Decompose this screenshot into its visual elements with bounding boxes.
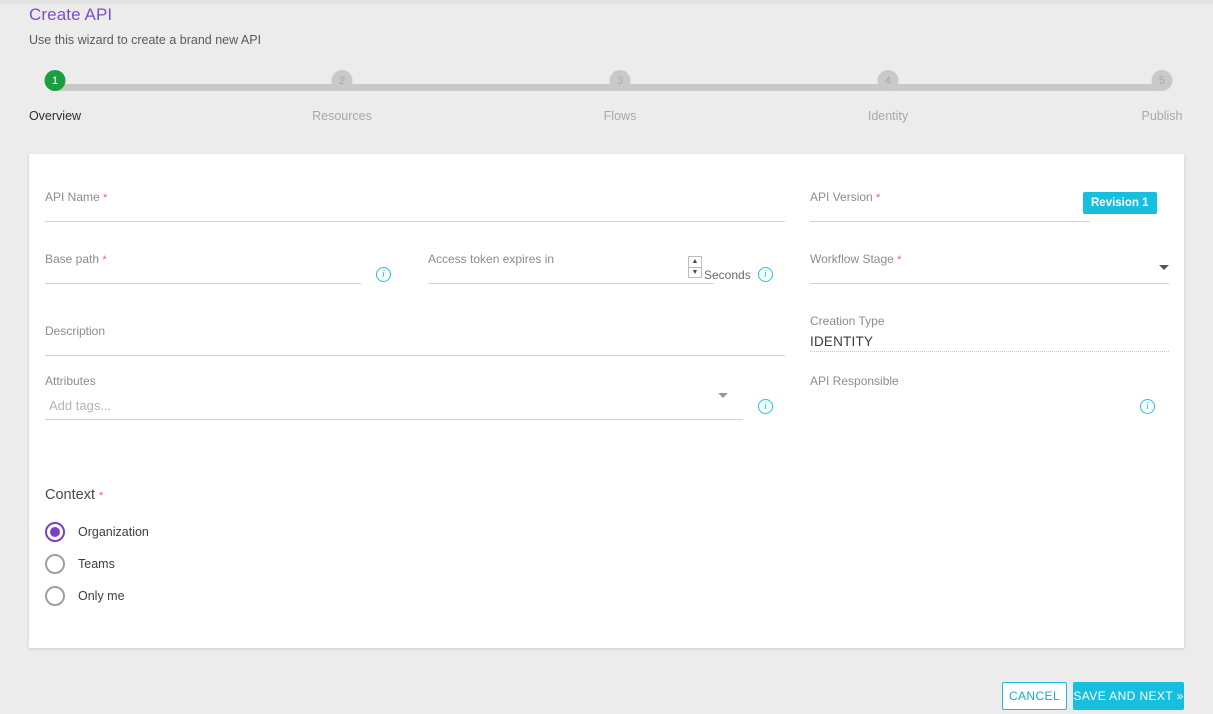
chevron-down-icon[interactable]	[718, 393, 728, 398]
cancel-button[interactable]: CANCEL	[1002, 682, 1067, 710]
radio-teams[interactable]	[45, 554, 65, 574]
step-label: Overview	[29, 109, 81, 123]
page-subtitle: Use this wizard to create a brand new AP…	[29, 33, 261, 47]
context-option-organization[interactable]: Organization	[45, 522, 149, 542]
api-version-label-text: API Version	[810, 190, 873, 204]
step-label: Resources	[312, 109, 372, 123]
page-title: Create API	[29, 5, 112, 25]
description-field[interactable]: Description	[45, 328, 785, 356]
stepper-down-icon[interactable]: ▼	[688, 267, 702, 279]
attributes-label: Attributes	[45, 374, 96, 388]
access-token-unit-label: Seconds	[704, 268, 751, 282]
api-responsible-info-icon[interactable]: i	[1140, 399, 1155, 414]
radio-only-me[interactable]	[45, 586, 65, 606]
creation-type-label: Creation Type	[810, 314, 885, 328]
stepper-up-icon[interactable]: ▲	[688, 256, 702, 267]
base-path-label-text: Base path	[45, 252, 99, 266]
access-token-expiry-input[interactable]	[428, 265, 714, 283]
create-api-page: Create API Use this wizard to create a b…	[0, 0, 1213, 714]
api-responsible-input[interactable]	[810, 398, 1169, 416]
api-version-label: API Version *	[810, 190, 880, 204]
context-title-text: Context	[45, 487, 95, 503]
workflow-stage-label-text: Workflow Stage	[810, 252, 894, 266]
access-token-info-icon[interactable]: i	[758, 267, 773, 282]
attributes-input[interactable]	[49, 398, 717, 416]
creation-type-field: Creation Type IDENTITY	[810, 314, 1169, 352]
field-underline	[810, 221, 1090, 222]
radio-label: Organization	[78, 525, 149, 539]
workflow-stage-label: Workflow Stage *	[810, 252, 901, 266]
context-title: Context *	[45, 487, 103, 503]
field-underline	[810, 283, 1169, 284]
stepper-track	[55, 84, 1162, 91]
step-label: Publish	[1142, 109, 1183, 123]
context-option-teams[interactable]: Teams	[45, 554, 115, 574]
field-underline	[45, 221, 785, 222]
radio-label: Only me	[78, 589, 125, 603]
creation-type-value: IDENTITY	[810, 334, 873, 349]
access-token-stepper[interactable]: ▲ ▼	[688, 256, 702, 278]
field-underline-dotted	[810, 351, 1169, 352]
workflow-stage-input[interactable]	[810, 265, 1169, 283]
context-option-only-me[interactable]: Only me	[45, 586, 125, 606]
attributes-info-icon[interactable]: i	[758, 399, 773, 414]
attributes-field[interactable]: Attributes	[45, 374, 743, 420]
save-and-next-button[interactable]: SAVE AND NEXT »	[1073, 682, 1184, 710]
required-asterisk: *	[99, 490, 103, 502]
base-path-label: Base path *	[45, 252, 107, 266]
radio-label: Teams	[78, 557, 115, 571]
access-token-expiry-label: Access token expires in	[428, 252, 554, 266]
api-name-label: API Name *	[45, 190, 107, 204]
chevron-down-icon[interactable]	[1159, 265, 1169, 270]
base-path-input[interactable]	[45, 265, 361, 283]
workflow-stage-field[interactable]: Workflow Stage *	[810, 256, 1169, 284]
step-number: 1	[45, 70, 66, 91]
revision-badge[interactable]: Revision 1	[1083, 192, 1157, 214]
field-underline	[45, 355, 785, 356]
description-input[interactable]	[45, 337, 785, 355]
top-strip	[0, 0, 1213, 4]
step-number: 4	[878, 70, 899, 91]
step-number: 5	[1152, 70, 1173, 91]
field-underline	[45, 419, 743, 420]
field-underline	[428, 283, 714, 284]
step-label: Identity	[868, 109, 908, 123]
step-number: 3	[610, 70, 631, 91]
api-name-field[interactable]: API Name *	[45, 194, 785, 222]
base-path-field[interactable]: Base path *	[45, 256, 361, 284]
step-label: Flows	[604, 109, 637, 123]
field-underline	[45, 283, 361, 284]
api-responsible-field[interactable]: API Responsible	[810, 374, 1169, 420]
description-label: Description	[45, 324, 105, 338]
api-name-label-text: API Name	[45, 190, 100, 204]
api-version-field[interactable]: API Version *	[810, 194, 1090, 222]
step-number: 2	[332, 70, 353, 91]
wizard-stepper: 1 Overview 2 Resources 3 Flows 4 Identit…	[0, 70, 1213, 130]
radio-organization[interactable]	[45, 522, 65, 542]
base-path-info-icon[interactable]: i	[376, 267, 391, 282]
api-name-input[interactable]	[45, 203, 785, 221]
form-card: API Name * API Version * Revision 1 Base…	[29, 154, 1184, 648]
access-token-expiry-field[interactable]: Access token expires in	[428, 256, 714, 284]
api-version-input[interactable]	[810, 203, 1090, 221]
api-responsible-label: API Responsible	[810, 374, 899, 388]
